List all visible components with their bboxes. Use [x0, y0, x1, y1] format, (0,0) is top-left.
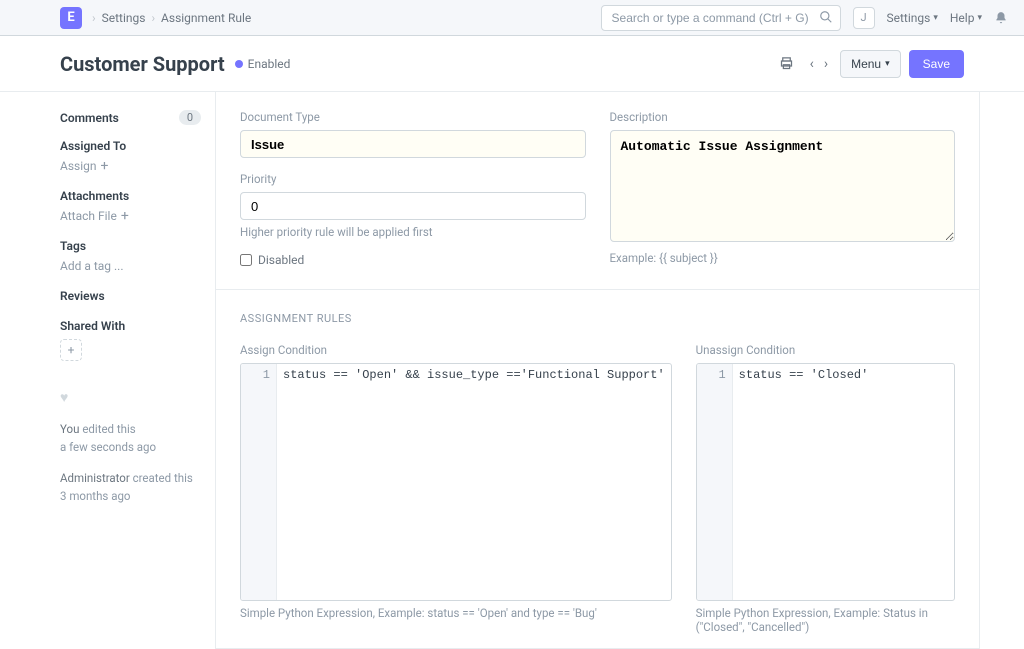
page-header: Customer Support Enabled ‹ › Menu▾ Save — [0, 36, 1024, 92]
plus-icon: + — [68, 343, 75, 357]
unassign-condition-help: Simple Python Expression, Example: Statu… — [696, 606, 955, 634]
breadcrumb-item[interactable]: Settings — [102, 11, 146, 25]
status-badge: Enabled — [235, 57, 291, 71]
timeline-item: You edited this a few seconds ago — [60, 420, 201, 457]
code-text[interactable]: status == 'Closed' — [733, 364, 954, 600]
assign-button[interactable]: Assign+ — [60, 159, 201, 173]
chevron-down-icon: ▾ — [885, 58, 890, 69]
next-icon[interactable]: › — [820, 52, 832, 76]
save-button[interactable]: Save — [909, 50, 964, 78]
chevron-down-icon: ▾ — [933, 13, 938, 23]
settings-menu[interactable]: Settings▾ — [887, 11, 938, 25]
code-text[interactable]: status == 'Open' && issue_type =='Functi… — [277, 364, 671, 600]
chevron-right-icon: › — [92, 11, 96, 25]
like-icon[interactable]: ♥ — [60, 389, 201, 406]
disabled-label: Disabled — [258, 253, 304, 267]
description-label: Description — [610, 110, 956, 124]
spacer — [696, 312, 955, 325]
code-gutter: 1 — [697, 364, 733, 600]
unassign-condition-label: Unassign Condition — [696, 343, 955, 357]
assign-condition-label: Assign Condition — [240, 343, 672, 357]
priority-input[interactable] — [240, 192, 586, 220]
assigned-to-label: Assigned To — [60, 139, 201, 153]
topbar: E › Settings › Assignment Rule J Setting… — [0, 0, 1024, 36]
plus-icon: + — [121, 209, 129, 223]
tags-label: Tags — [60, 239, 201, 253]
user-avatar[interactable]: J — [853, 7, 875, 29]
prev-icon[interactable]: ‹ — [806, 52, 818, 76]
priority-help: Higher priority rule will be applied fir… — [240, 225, 586, 239]
plus-icon: + — [101, 159, 109, 173]
shared-with-label: Shared With — [60, 319, 201, 333]
assign-condition-editor[interactable]: 1 status == 'Open' && issue_type =='Func… — [240, 363, 672, 601]
document-type-input[interactable] — [240, 130, 586, 158]
print-icon[interactable] — [775, 52, 798, 75]
share-add-button[interactable]: + — [60, 339, 82, 361]
timeline: You edited this a few seconds ago Admini… — [60, 420, 201, 506]
attach-file-button[interactable]: Attach File+ — [60, 209, 201, 223]
notifications-icon[interactable] — [994, 11, 1008, 25]
breadcrumb: › Settings › Assignment Rule — [92, 11, 251, 25]
app-logo[interactable]: E — [60, 7, 82, 29]
assign-condition-help: Simple Python Expression, Example: statu… — [240, 606, 672, 620]
unassign-condition-editor[interactable]: 1 status == 'Closed' — [696, 363, 955, 601]
description-input[interactable] — [610, 130, 956, 242]
status-label: Enabled — [248, 57, 291, 71]
comments-count: 0 — [179, 110, 201, 125]
description-help: Example: {{ subject }} — [610, 251, 956, 265]
search-input[interactable] — [601, 5, 841, 31]
add-tag-button[interactable]: Add a tag ... — [60, 259, 201, 273]
breadcrumb-item[interactable]: Assignment Rule — [161, 11, 251, 25]
help-menu[interactable]: Help▾ — [950, 11, 982, 25]
chevron-down-icon: ▾ — [977, 13, 982, 23]
assignment-rules-title: Assignment Rules — [240, 312, 672, 325]
menu-button[interactable]: Menu▾ — [840, 50, 901, 78]
document-type-label: Document Type — [240, 110, 586, 124]
disabled-checkbox-input[interactable] — [240, 254, 252, 266]
search-container — [601, 5, 841, 31]
chevron-right-icon: › — [151, 11, 155, 25]
reviews-label[interactable]: Reviews — [60, 289, 201, 303]
code-gutter: 1 — [241, 364, 277, 600]
sidebar: Comments 0 Assigned To Assign+ Attachmen… — [44, 92, 216, 649]
priority-label: Priority — [240, 172, 586, 186]
search-icon[interactable] — [819, 10, 833, 24]
timeline-item: Administrator created this 3 months ago — [60, 469, 201, 506]
page-title: Customer Support — [60, 52, 225, 76]
main-content: Document Type Priority Higher priority r… — [216, 92, 980, 649]
disabled-checkbox[interactable]: Disabled — [240, 253, 586, 267]
attachments-label: Attachments — [60, 189, 201, 203]
status-dot-icon — [235, 60, 243, 68]
comments-label[interactable]: Comments — [60, 111, 119, 125]
